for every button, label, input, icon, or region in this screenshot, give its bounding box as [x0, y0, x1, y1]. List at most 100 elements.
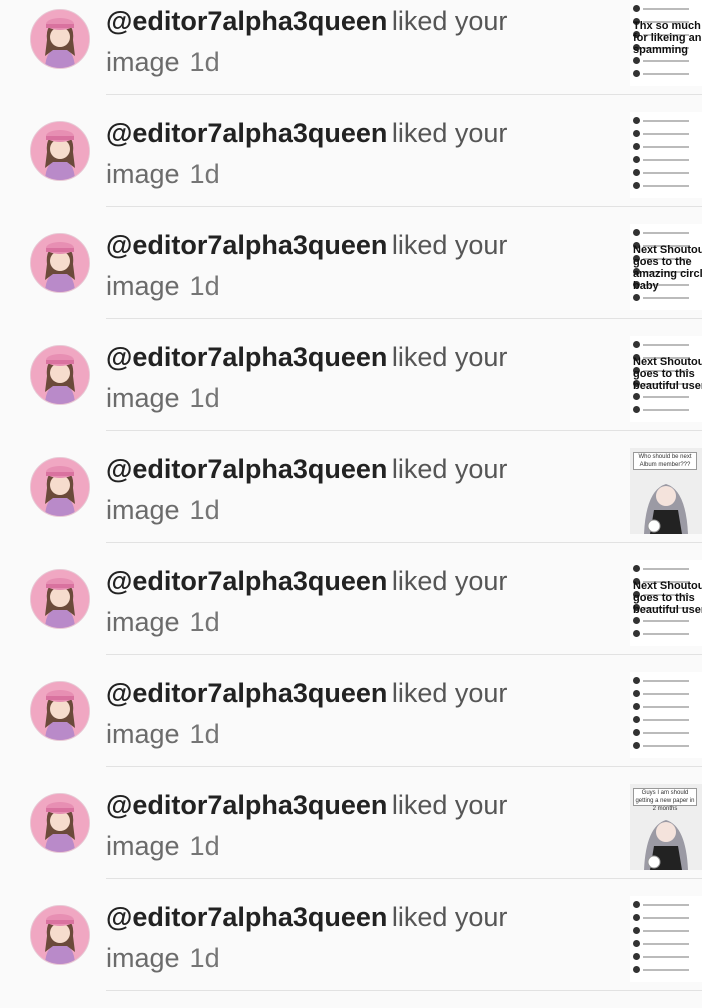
image-thumbnail[interactable]: Who should be next Album member??? [630, 448, 702, 534]
thumbnail-line [633, 181, 702, 190]
object-text: image [106, 159, 180, 189]
timestamp: 1d [189, 159, 220, 189]
avatar[interactable] [30, 233, 90, 293]
divider [106, 878, 702, 879]
avatar[interactable] [30, 681, 90, 741]
notification-text: @editor7alpha3queen liked your image 1d [106, 339, 606, 416]
avatar[interactable] [30, 9, 90, 69]
thumbnail-line [633, 702, 702, 711]
divider [106, 94, 702, 95]
notification-item[interactable]: @editor7alpha3queen liked your image 1d [0, 896, 702, 1008]
thumbnail-line [633, 564, 702, 573]
avatar[interactable] [30, 345, 90, 405]
image-thumbnail[interactable]: Next Shoutout goes to the amazing circle… [630, 224, 702, 310]
action-text: liked your [391, 342, 508, 372]
notification-item[interactable]: @editor7alpha3queen liked your image 1d Nex… [0, 224, 702, 336]
timestamp: 1d [189, 831, 220, 861]
username-link[interactable]: @editor7alpha3queen [106, 454, 387, 484]
object-text: image [106, 47, 180, 77]
image-thumbnail[interactable] [630, 672, 702, 758]
thumbnail-caption: Next Shoutout goes to the amazing circle… [633, 244, 702, 292]
thumbnail-caption: Who should be next Album member??? [633, 452, 697, 470]
notification-list: @editor7alpha3queen liked your image 1d Thx… [0, 0, 702, 1008]
notification-text: @editor7alpha3queen liked your image 1d [106, 787, 606, 864]
avatar[interactable] [30, 793, 90, 853]
divider [106, 654, 702, 655]
thumbnail-line [633, 392, 702, 401]
username-link[interactable]: @editor7alpha3queen [106, 230, 387, 260]
notification-item[interactable]: @editor7alpha3queen liked your image 1d Nex… [0, 560, 702, 672]
thumbnail-line [633, 939, 702, 948]
object-text: image [106, 831, 180, 861]
thumbnail-line [633, 616, 702, 625]
notification-text: @editor7alpha3queen liked your image 1d [106, 451, 606, 528]
thumbnail-line [633, 900, 702, 909]
thumbnail-line [633, 926, 702, 935]
avatar[interactable] [30, 121, 90, 181]
image-thumbnail[interactable]: Guys I am should getting a new paper in … [630, 784, 702, 870]
timestamp: 1d [189, 495, 220, 525]
notification-text: @editor7alpha3queen liked your image 1d [106, 675, 606, 752]
avatar[interactable] [30, 457, 90, 517]
action-text: liked your [391, 454, 508, 484]
divider [106, 766, 702, 767]
timestamp: 1d [189, 271, 220, 301]
image-thumbnail[interactable] [630, 112, 702, 198]
avatar[interactable] [30, 569, 90, 629]
thumbnail-line [633, 405, 702, 414]
timestamp: 1d [189, 607, 220, 637]
thumbnail-line [633, 676, 702, 685]
notification-text: @editor7alpha3queen liked your image 1d [106, 227, 606, 304]
divider [106, 430, 702, 431]
username-link[interactable]: @editor7alpha3queen [106, 902, 387, 932]
username-link[interactable]: @editor7alpha3queen [106, 566, 387, 596]
thumbnail-line [633, 56, 702, 65]
thumbnail-line [633, 168, 702, 177]
object-text: image [106, 383, 180, 413]
username-link[interactable]: @editor7alpha3queen [106, 678, 387, 708]
thumbnail-line [633, 689, 702, 698]
object-text: image [106, 719, 180, 749]
thumbnail-line [633, 4, 702, 13]
image-thumbnail[interactable] [630, 896, 702, 982]
action-text: liked your [391, 230, 508, 260]
image-thumbnail[interactable]: Next Shoutout goes to this beautiful use… [630, 336, 702, 422]
thumbnail-line [633, 715, 702, 724]
object-text: image [106, 943, 180, 973]
object-text: image [106, 271, 180, 301]
object-text: image [106, 495, 180, 525]
avatar[interactable] [30, 905, 90, 965]
timestamp: 1d [189, 47, 220, 77]
notification-item[interactable]: @editor7alpha3queen liked your image 1d Nex… [0, 336, 702, 448]
username-link[interactable]: @editor7alpha3queen [106, 118, 387, 148]
notification-text: @editor7alpha3queen liked your image 1d [106, 563, 606, 640]
thumbnail-line [633, 228, 702, 237]
notification-item[interactable]: @editor7alpha3queen liked your image 1d Thx… [0, 0, 702, 112]
thumbnail-caption: Guys I am should getting a new paper in … [633, 788, 697, 812]
notification-item[interactable]: @editor7alpha3queen liked your image 1d Guy… [0, 784, 702, 896]
notification-item[interactable]: @editor7alpha3queen liked your image 1d [0, 112, 702, 224]
thumbnail-line [633, 340, 702, 349]
notification-text: @editor7alpha3queen liked your image 1d [106, 899, 606, 976]
thumbnail-line [633, 142, 702, 151]
username-link[interactable]: @editor7alpha3queen [106, 342, 387, 372]
thumbnail-line [633, 129, 702, 138]
thumbnail-line [633, 155, 702, 164]
notification-text: @editor7alpha3queen liked your image 1d [106, 3, 606, 80]
thumbnail-line [633, 116, 702, 125]
action-text: liked your [391, 6, 508, 36]
action-text: liked your [391, 566, 508, 596]
image-thumbnail[interactable]: Next Shoutout goes to this beautiful use… [630, 560, 702, 646]
notification-item[interactable]: @editor7alpha3queen liked your image 1d Who… [0, 448, 702, 560]
divider [106, 318, 702, 319]
notification-text: @editor7alpha3queen liked your image 1d [106, 115, 606, 192]
thumbnail-line [633, 293, 702, 302]
timestamp: 1d [189, 719, 220, 749]
thumbnail-caption: Next Shoutout goes to this beautiful use… [633, 356, 702, 392]
username-link[interactable]: @editor7alpha3queen [106, 790, 387, 820]
image-thumbnail[interactable]: Thx so much for likeing and spamming [630, 0, 702, 86]
divider [106, 206, 702, 207]
thumbnail-line [633, 629, 702, 638]
notification-item[interactable]: @editor7alpha3queen liked your image 1d [0, 672, 702, 784]
username-link[interactable]: @editor7alpha3queen [106, 6, 387, 36]
